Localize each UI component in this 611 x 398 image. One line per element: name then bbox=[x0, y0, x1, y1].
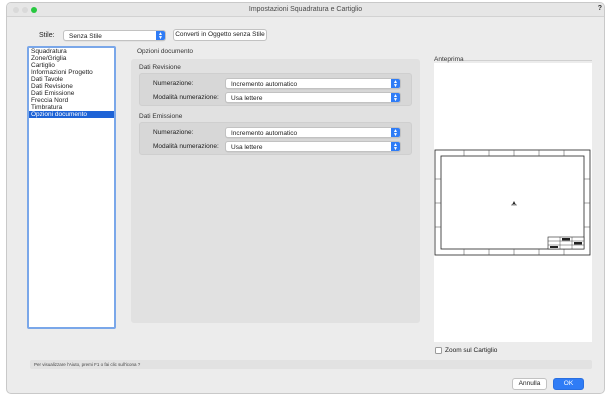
chevron-updown-icon: ▲ ▼ bbox=[156, 31, 165, 40]
sidebar-item-freccia-nord[interactable]: Freccia Nord bbox=[29, 97, 114, 104]
revision-mode-label: Modalità numerazione: bbox=[153, 94, 219, 101]
chevron-updown-icon: ▲ ▼ bbox=[391, 93, 400, 102]
title-block bbox=[547, 236, 585, 250]
zoom-title-block-label[interactable]: Zoom sul Cartiglio bbox=[445, 347, 497, 354]
chevron-updown-icon: ▲ ▼ bbox=[391, 128, 400, 137]
sidebar-item-timbratura[interactable]: Timbratura bbox=[29, 104, 114, 111]
sidebar-item-opzioni-documento[interactable]: Opzioni documento bbox=[29, 111, 114, 118]
sidebar-item-cartiglio[interactable]: Cartiglio bbox=[29, 62, 114, 69]
emission-group: Numerazione: Incremento automatico ▲ ▼ Mo… bbox=[139, 122, 412, 155]
sheet-border-preview bbox=[434, 149, 591, 256]
revision-numbering-value: Incremento automatico bbox=[231, 80, 298, 88]
preview-divider bbox=[464, 60, 592, 61]
cancel-button[interactable]: Annulla bbox=[512, 378, 547, 390]
style-select-value: Senza Stile bbox=[69, 32, 102, 40]
revision-group-label: Dati Revisione bbox=[139, 64, 181, 71]
ok-button[interactable]: OK bbox=[553, 378, 584, 390]
emission-mode-label: Modalità numerazione: bbox=[153, 143, 219, 150]
revision-group: Numerazione: Incremento automatico ▲ ▼ Mo… bbox=[139, 73, 412, 106]
revision-mode-value: Usa lettere bbox=[231, 94, 263, 102]
sidebar-item-informazioni-progetto[interactable]: Informazioni Progetto bbox=[29, 69, 114, 76]
revision-numbering-label: Numerazione: bbox=[153, 80, 194, 87]
title-bar: Impostazioni Squadratura e Cartiglio ? bbox=[7, 3, 604, 17]
zoom-title-block-checkbox[interactable] bbox=[435, 347, 442, 354]
chevron-updown-icon: ▲ ▼ bbox=[391, 142, 400, 151]
emission-numbering-select[interactable]: Incremento automatico ▲ ▼ bbox=[225, 127, 401, 138]
help-status-bar: Per visualizzare l'Aiuto, premi F1 o fai… bbox=[30, 360, 592, 369]
chevron-updown-icon: ▲ ▼ bbox=[391, 79, 400, 88]
emission-mode-value: Usa lettere bbox=[231, 143, 263, 151]
category-list[interactable]: Squadratura Zone/Griglia Cartiglio Infor… bbox=[27, 46, 116, 329]
emission-numbering-value: Incremento automatico bbox=[231, 129, 298, 137]
revision-mode-select[interactable]: Usa lettere ▲ ▼ bbox=[225, 92, 401, 103]
sidebar-item-dati-emissione[interactable]: Dati Emissione bbox=[29, 90, 114, 97]
style-row: Stile: Senza Stile ▲ ▼ Converti in Oggett… bbox=[7, 29, 604, 43]
style-label: Stile: bbox=[39, 32, 55, 39]
sidebar-item-zone-griglia[interactable]: Zone/Griglia bbox=[29, 55, 114, 62]
options-panel: Dati Revisione Numerazione: Incremento a… bbox=[131, 59, 420, 323]
sidebar-item-squadratura[interactable]: Squadratura bbox=[29, 48, 114, 55]
settings-dialog: Impostazioni Squadratura e Cartiglio ? S… bbox=[6, 2, 605, 394]
convert-unstyled-button[interactable]: Converti in Oggetto senza Stile bbox=[173, 29, 267, 41]
sidebar-item-dati-revisione[interactable]: Dati Revisione bbox=[29, 83, 114, 90]
emission-mode-select[interactable]: Usa lettere ▲ ▼ bbox=[225, 141, 401, 152]
style-select[interactable]: Senza Stile ▲ ▼ bbox=[63, 30, 166, 41]
sidebar-item-dati-tavole[interactable]: Dati Tavole bbox=[29, 76, 114, 83]
preview-canvas bbox=[434, 63, 592, 342]
revision-numbering-select[interactable]: Incremento automatico ▲ ▼ bbox=[225, 78, 401, 89]
window-title: Impostazioni Squadratura e Cartiglio bbox=[248, 6, 363, 13]
panel-title: Opzioni documento bbox=[137, 48, 194, 55]
preview-label: Anteprima bbox=[434, 56, 464, 63]
help-status-text: Per visualizzare l'Aiuto, premi F1 o fai… bbox=[34, 361, 141, 367]
emission-numbering-label: Numerazione: bbox=[153, 129, 194, 136]
emission-group-label: Dati Emissione bbox=[139, 113, 183, 120]
help-icon[interactable]: ? bbox=[598, 5, 602, 12]
